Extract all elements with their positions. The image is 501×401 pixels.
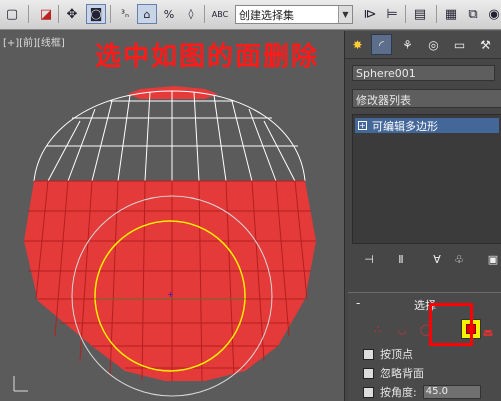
- named-selection-set-text: 创建选择集: [239, 8, 294, 22]
- sphere-mesh[interactable]: +: [0, 31, 344, 401]
- command-panel: ✸ ◜ ⚘ ◎ ▭ ⚒ Sphere001 修改器列表 + 可编辑多边形 ⊣ Ⅱ…: [344, 31, 501, 401]
- panel-tabs: ✸ ◜ ⚘ ◎ ▭ ⚒: [345, 31, 501, 59]
- toolbar-separator: [405, 5, 406, 23]
- instruction-text: 选中如图的面删除: [95, 42, 320, 72]
- viewport-label[interactable]: [+][前][线框]: [3, 34, 65, 49]
- pin-stack-icon[interactable]: ⊣: [361, 251, 377, 267]
- create-tab-icon[interactable]: ✸: [347, 34, 368, 55]
- utilities-tab-icon[interactable]: ⚒: [475, 34, 496, 55]
- layer-manager-icon[interactable]: ▤: [410, 4, 430, 24]
- angle-snap-icon[interactable]: ⌂: [137, 4, 157, 24]
- reference-coord-icon[interactable]: ◙: [86, 4, 106, 24]
- stack-item-editable-poly[interactable]: + 可编辑多边形: [355, 118, 499, 133]
- align-icon[interactable]: ⊨: [382, 4, 402, 24]
- by-angle-label: 按角度:: [380, 386, 417, 399]
- modify-tab-icon[interactable]: ◜: [371, 34, 392, 55]
- toolbar-separator: [58, 5, 59, 23]
- ignore-backfacing-label: 忽略背面: [380, 367, 424, 380]
- wireframe-upper: [33, 90, 306, 182]
- remove-modifier-icon[interactable]: ♧: [451, 251, 467, 267]
- toolbar-separator: [204, 5, 205, 23]
- configure-sets-icon[interactable]: ▣: [485, 251, 501, 267]
- axis-tripod: [13, 376, 28, 392]
- select-move-icon[interactable]: ✥: [62, 4, 82, 24]
- edit-named-selection-icon[interactable]: ABC: [210, 4, 230, 24]
- stack-toolbar: ⊣ Ⅱ ∀ ♧ ▣: [345, 249, 501, 269]
- stack-item-label: 可编辑多边形: [372, 119, 438, 133]
- motion-tab-icon[interactable]: ◎: [423, 34, 444, 55]
- display-tab-icon[interactable]: ▭: [449, 34, 470, 55]
- object-name-field[interactable]: Sphere001: [352, 65, 495, 81]
- schematic-view-icon[interactable]: ⧉: [463, 4, 483, 24]
- curve-editor-icon[interactable]: ▦: [441, 4, 461, 24]
- expand-icon[interactable]: +: [358, 121, 367, 130]
- main-toolbar: ▢ ◪ ✥ ◙ ³ₙ ⌂ % ◊ ABC 创建选择集 ▼ ⧐ ⊨ ▤ ▦ ⧉ ◉: [0, 0, 501, 30]
- chevron-down-icon[interactable]: ▼: [338, 6, 352, 23]
- hierarchy-tab-icon[interactable]: ⚘: [397, 34, 418, 55]
- front-viewport[interactable]: + [+][前][线框] 选中如图的面删除: [0, 31, 344, 401]
- gizmo-center-marker: +: [167, 290, 174, 299]
- modifier-stack[interactable]: + 可编辑多边形: [352, 114, 501, 244]
- toolbar-separator: [436, 5, 437, 23]
- mirror-icon[interactable]: ⧐: [360, 4, 380, 24]
- element-mode-icon[interactable]: ◛: [480, 321, 496, 337]
- percent-snap-icon[interactable]: %: [159, 4, 179, 24]
- toolbar-separator: [28, 5, 29, 23]
- named-selection-set-dropdown[interactable]: 创建选择集 ▼: [235, 5, 353, 24]
- by-vertex-option[interactable]: 按顶点: [363, 346, 413, 362]
- select-by-name-icon[interactable]: ◪: [36, 4, 56, 24]
- by-angle-option[interactable]: 按角度: 45.0: [363, 384, 481, 400]
- snap-3d-icon[interactable]: ³ₙ: [115, 4, 135, 24]
- ignore-backfacing-checkbox[interactable]: [363, 367, 374, 379]
- select-object-icon[interactable]: ▢: [2, 4, 22, 24]
- selected-top-cap[interactable]: [128, 86, 218, 99]
- by-angle-checkbox[interactable]: [363, 386, 374, 398]
- selection-rollout-header[interactable]: - 选择: [348, 296, 501, 312]
- polygon-button-highlight: [429, 303, 473, 346]
- material-editor-icon[interactable]: ◉: [484, 4, 501, 24]
- edge-mode-icon[interactable]: ◡: [394, 321, 410, 337]
- selection-rollout: - 选择 ∴ ◡ ◯ ◛ 按顶点 忽略背面 按角度: 45.0: [348, 292, 501, 401]
- vertex-mode-icon[interactable]: ∴: [370, 321, 386, 337]
- by-vertex-label: 按顶点: [380, 348, 413, 361]
- modifier-list-dropdown[interactable]: 修改器列表: [352, 89, 501, 108]
- angle-value-field[interactable]: 45.0: [422, 385, 481, 399]
- ignore-backfacing-option[interactable]: 忽略背面: [363, 365, 424, 381]
- by-vertex-checkbox[interactable]: [363, 348, 374, 360]
- make-unique-icon[interactable]: ∀: [429, 251, 445, 267]
- selection-title: 选择: [414, 299, 436, 312]
- spinner-snap-icon[interactable]: ◊: [181, 4, 201, 24]
- toolbar-separator: [110, 5, 111, 23]
- show-end-result-icon[interactable]: Ⅱ: [393, 251, 409, 267]
